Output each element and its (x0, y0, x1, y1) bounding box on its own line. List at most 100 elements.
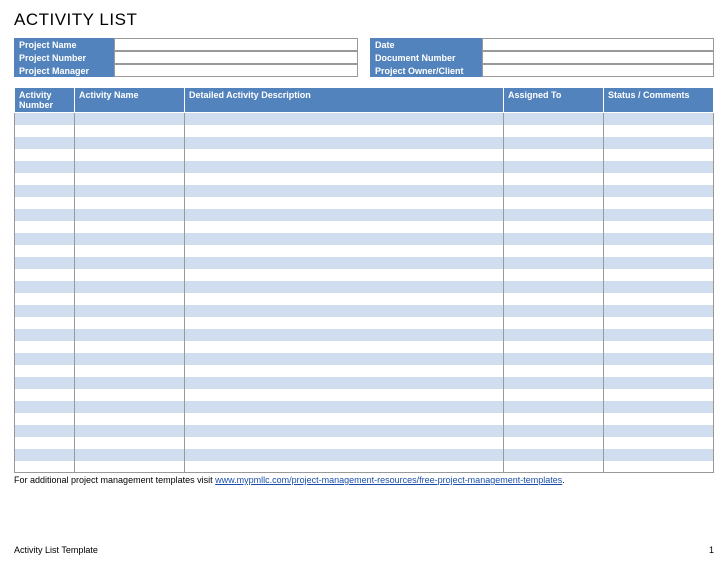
table-cell[interactable] (604, 173, 714, 185)
table-cell[interactable] (185, 437, 504, 449)
table-cell[interactable] (185, 161, 504, 173)
table-cell[interactable] (15, 137, 75, 149)
table-cell[interactable] (185, 245, 504, 257)
table-cell[interactable] (504, 245, 604, 257)
table-cell[interactable] (15, 161, 75, 173)
table-cell[interactable] (504, 185, 604, 197)
table-cell[interactable] (185, 209, 504, 221)
table-cell[interactable] (604, 341, 714, 353)
value-document-number[interactable] (482, 51, 714, 64)
table-cell[interactable] (75, 389, 185, 401)
table-cell[interactable] (604, 245, 714, 257)
table-cell[interactable] (185, 257, 504, 269)
table-cell[interactable] (504, 293, 604, 305)
table-cell[interactable] (75, 137, 185, 149)
table-cell[interactable] (504, 341, 604, 353)
table-cell[interactable] (75, 425, 185, 437)
table-cell[interactable] (504, 233, 604, 245)
table-cell[interactable] (185, 413, 504, 425)
table-cell[interactable] (75, 245, 185, 257)
table-cell[interactable] (185, 401, 504, 413)
table-cell[interactable] (75, 185, 185, 197)
table-cell[interactable] (75, 317, 185, 329)
table-cell[interactable] (185, 149, 504, 161)
table-cell[interactable] (75, 353, 185, 365)
table-cell[interactable] (604, 305, 714, 317)
table-cell[interactable] (185, 197, 504, 209)
table-cell[interactable] (15, 437, 75, 449)
table-cell[interactable] (15, 353, 75, 365)
table-cell[interactable] (604, 401, 714, 413)
table-cell[interactable] (185, 353, 504, 365)
table-cell[interactable] (75, 401, 185, 413)
table-cell[interactable] (185, 233, 504, 245)
value-date[interactable] (482, 38, 714, 51)
table-cell[interactable] (604, 137, 714, 149)
table-cell[interactable] (75, 149, 185, 161)
table-cell[interactable] (15, 257, 75, 269)
table-cell[interactable] (504, 149, 604, 161)
table-cell[interactable] (15, 401, 75, 413)
table-cell[interactable] (15, 173, 75, 185)
table-cell[interactable] (504, 329, 604, 341)
table-cell[interactable] (185, 389, 504, 401)
table-cell[interactable] (604, 209, 714, 221)
table-cell[interactable] (75, 113, 185, 125)
table-cell[interactable] (604, 257, 714, 269)
table-cell[interactable] (185, 377, 504, 389)
table-cell[interactable] (15, 449, 75, 461)
table-cell[interactable] (75, 305, 185, 317)
table-cell[interactable] (75, 365, 185, 377)
table-cell[interactable] (15, 389, 75, 401)
table-cell[interactable] (15, 233, 75, 245)
table-cell[interactable] (504, 113, 604, 125)
table-cell[interactable] (185, 221, 504, 233)
table-cell[interactable] (604, 125, 714, 137)
table-cell[interactable] (604, 377, 714, 389)
table-cell[interactable] (15, 329, 75, 341)
table-cell[interactable] (604, 197, 714, 209)
table-cell[interactable] (504, 437, 604, 449)
table-cell[interactable] (185, 137, 504, 149)
table-cell[interactable] (75, 281, 185, 293)
table-cell[interactable] (75, 173, 185, 185)
table-cell[interactable] (185, 317, 504, 329)
table-cell[interactable] (504, 209, 604, 221)
table-cell[interactable] (604, 161, 714, 173)
table-cell[interactable] (15, 281, 75, 293)
table-cell[interactable] (75, 449, 185, 461)
table-cell[interactable] (75, 413, 185, 425)
table-cell[interactable] (15, 185, 75, 197)
table-cell[interactable] (75, 461, 185, 473)
table-cell[interactable] (604, 317, 714, 329)
table-cell[interactable] (504, 401, 604, 413)
table-cell[interactable] (504, 413, 604, 425)
table-cell[interactable] (504, 173, 604, 185)
table-cell[interactable] (75, 209, 185, 221)
table-cell[interactable] (504, 449, 604, 461)
table-cell[interactable] (15, 341, 75, 353)
table-cell[interactable] (604, 329, 714, 341)
table-cell[interactable] (504, 305, 604, 317)
table-cell[interactable] (75, 377, 185, 389)
table-cell[interactable] (504, 137, 604, 149)
table-cell[interactable] (185, 125, 504, 137)
table-cell[interactable] (604, 413, 714, 425)
table-cell[interactable] (504, 353, 604, 365)
table-cell[interactable] (604, 233, 714, 245)
table-cell[interactable] (185, 425, 504, 437)
table-cell[interactable] (75, 233, 185, 245)
table-cell[interactable] (185, 281, 504, 293)
table-cell[interactable] (604, 149, 714, 161)
table-cell[interactable] (185, 461, 504, 473)
table-cell[interactable] (185, 341, 504, 353)
table-cell[interactable] (185, 185, 504, 197)
table-cell[interactable] (15, 305, 75, 317)
value-project-number[interactable] (114, 51, 358, 64)
table-cell[interactable] (185, 269, 504, 281)
table-cell[interactable] (185, 113, 504, 125)
table-cell[interactable] (604, 269, 714, 281)
table-cell[interactable] (504, 161, 604, 173)
table-cell[interactable] (75, 437, 185, 449)
table-cell[interactable] (604, 353, 714, 365)
